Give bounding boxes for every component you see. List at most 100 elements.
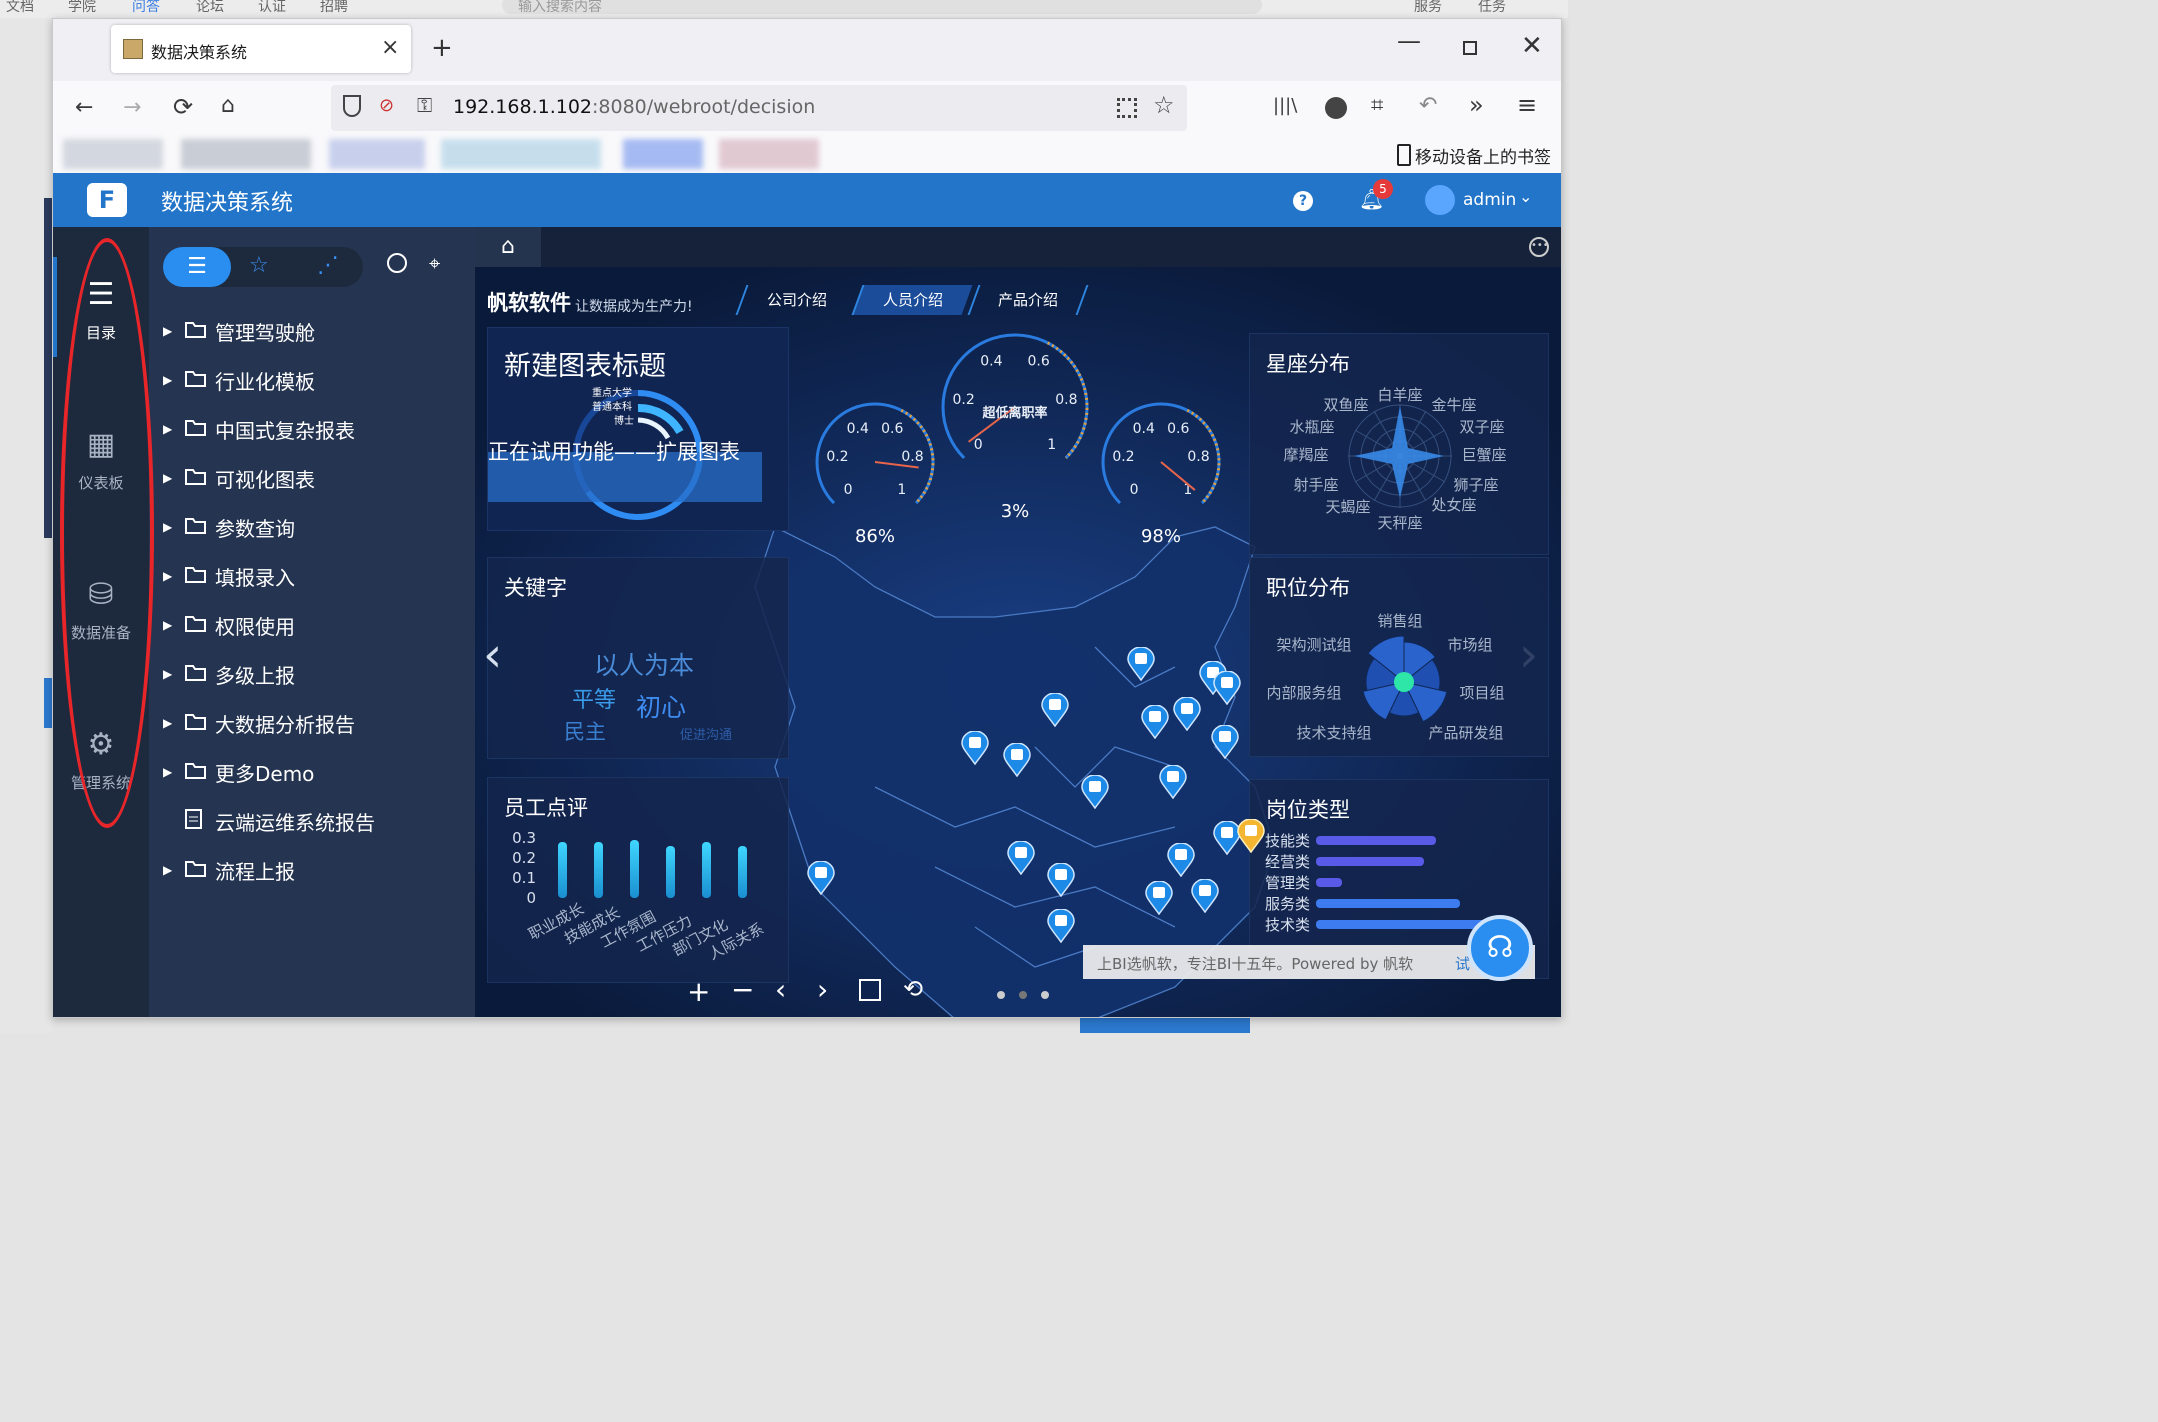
map-pin-icon[interactable] <box>1167 842 1195 878</box>
permissions-icon[interactable]: ⊘ <box>379 95 394 116</box>
rotate-icon[interactable]: ⟲ <box>903 975 923 1003</box>
close-tab-icon[interactable]: × <box>381 35 399 60</box>
map-pin-icon[interactable] <box>1211 724 1239 760</box>
map-pin-icon[interactable] <box>1191 878 1219 914</box>
constellation-label: 天蝎座 <box>1325 498 1370 516</box>
map-pin-icon[interactable] <box>1047 862 1075 898</box>
key-icon[interactable]: ⚿ <box>417 93 432 117</box>
page-dot[interactable] <box>1041 991 1049 999</box>
fit-screen-icon[interactable] <box>859 979 881 1001</box>
customer-service-icon[interactable]: ☊ <box>1467 915 1533 981</box>
tab-people[interactable]: 人员介绍 <box>851 285 973 315</box>
catalog-folder-item[interactable]: ▶ 行业化模板 <box>163 360 463 400</box>
catalog-item-label: 多级上报 <box>215 663 295 688</box>
home-icon[interactable]: ⌂ <box>221 93 235 118</box>
catalog-folder-item[interactable]: ▶ 大数据分析报告 <box>163 703 463 743</box>
catalog-folder-item[interactable]: ▶ 权限使用 <box>163 605 463 645</box>
map-pin-icon[interactable] <box>1145 880 1173 916</box>
catalog-item-label: 中国式复杂报表 <box>215 418 355 443</box>
user-menu[interactable]: admin ⌄ <box>1425 185 1535 215</box>
gauge-value: 3% <box>1001 501 1030 522</box>
page-dot[interactable] <box>997 991 1005 999</box>
catalog-item-label: 大数据分析报告 <box>215 712 355 737</box>
map-pin-icon[interactable] <box>1041 692 1069 728</box>
map-pin-icon[interactable] <box>1213 670 1241 706</box>
page-dot[interactable] <box>1019 991 1027 999</box>
catalog-folder-item[interactable]: ▶ 多级上报 <box>163 654 463 694</box>
catalog-file-item[interactable]: 云端运维系统报告 <box>163 801 463 841</box>
undo-icon[interactable]: ↶ <box>1419 93 1437 118</box>
carousel-prev-icon[interactable]: ‹ <box>483 627 502 683</box>
minimize-button[interactable]: — <box>1397 27 1421 55</box>
blurred-bookmark <box>181 139 311 169</box>
bookmark-star-icon[interactable]: ☆ <box>1153 91 1175 119</box>
reload-icon[interactable]: ⟳ <box>173 93 193 121</box>
map-pin-icon[interactable] <box>1141 704 1169 740</box>
catalog-folder-item[interactable]: ▶ 更多Demo <box>163 752 463 792</box>
menu-icon[interactable]: ≡ <box>1517 91 1537 119</box>
map-pin-icon[interactable] <box>1003 742 1031 778</box>
browser-tab[interactable]: 数据决策系统 × <box>111 25 411 73</box>
map-pin-icon[interactable] <box>1081 774 1109 810</box>
tab-product[interactable]: 产品介绍 <box>967 285 1089 315</box>
bg-link: 文档 <box>6 0 34 15</box>
tab-company[interactable]: 公司介绍 <box>735 285 857 315</box>
ring-label: 重点大学 <box>592 388 632 399</box>
map-pin-highlight-icon[interactable] <box>1237 818 1265 854</box>
review-bar <box>702 842 711 898</box>
more-tools-icon[interactable]: » <box>1469 91 1484 119</box>
crop-icon[interactable]: ⌗ <box>1371 93 1383 118</box>
keyword: 促进沟通 <box>680 728 733 743</box>
favorites-button[interactable]: ☆ <box>249 253 269 278</box>
gauge-tick-label: 0.4 <box>1133 421 1155 437</box>
close-window-button[interactable]: ✕ <box>1521 31 1543 61</box>
url-bar[interactable]: ⊘ ⚿ 192.168.1.102:8080/webroot/decision … <box>331 85 1187 131</box>
zoom-out-icon[interactable]: − <box>731 973 754 1006</box>
forward-icon[interactable]: → <box>123 95 141 120</box>
gauge-tick-label: 0.8 <box>1055 392 1077 408</box>
catalog-folder-item[interactable]: ▶ 中国式复杂报表 <box>163 409 463 449</box>
new-tab-button[interactable]: + <box>431 33 453 63</box>
share-button[interactable]: ⋰ <box>317 253 339 278</box>
app-header: F 数据决策系统 ? 🔔︎ 5 admin ⌄ <box>53 173 1561 227</box>
page-prev-icon[interactable]: ‹ <box>775 973 786 1006</box>
map-pin-icon[interactable] <box>1127 646 1155 682</box>
back-icon[interactable]: ← <box>75 95 93 120</box>
zoom-in-icon[interactable]: + <box>687 975 710 1008</box>
catalog-folder-item[interactable]: ▶ 填报录入 <box>163 556 463 596</box>
page-next-icon[interactable]: › <box>817 973 828 1006</box>
pin-icon[interactable]: ⌖ <box>429 251 440 275</box>
url-text[interactable]: 192.168.1.102:8080/webroot/decision <box>453 96 815 118</box>
catalog-folder-item[interactable]: ▶ 可视化图表 <box>163 458 463 498</box>
gauge-value: 86% <box>855 526 895 547</box>
map-pin-icon[interactable] <box>1173 696 1201 732</box>
position-label: 技术支持组 <box>1296 724 1371 742</box>
catalog-item-label: 管理驾驶舱 <box>215 320 315 345</box>
qr-code-icon[interactable] <box>1117 98 1137 118</box>
map-pin-icon[interactable] <box>807 860 835 896</box>
search-icon[interactable] <box>387 253 407 273</box>
map-pin-icon[interactable] <box>1047 908 1075 944</box>
maximize-button[interactable] <box>1463 41 1477 55</box>
help-icon[interactable]: ? <box>1293 191 1313 211</box>
y-tick-label: 0 <box>526 889 536 907</box>
shield-icon[interactable] <box>343 95 361 117</box>
catalog-folder-item[interactable]: ▶ 流程上报 <box>163 850 463 890</box>
new-chart-title: 新建图表标题 <box>504 351 666 382</box>
catalog-folder-item[interactable]: ▶ 管理驾驶舱 <box>163 311 463 351</box>
dashboard-tabs: 公司介绍 人员介绍 产品介绍 <box>735 285 1101 315</box>
gauge-tick-label: 0.8 <box>901 449 923 465</box>
list-view-button[interactable]: ☰ <box>163 247 231 287</box>
map-pin-icon[interactable] <box>1159 764 1187 800</box>
trial-notice: 正在试用功能——扩展图表 <box>488 440 740 464</box>
library-icon[interactable]: |||\ <box>1273 95 1297 116</box>
app-title: 数据决策系统 <box>161 191 294 216</box>
expand-arrow-icon: ▶ <box>163 863 173 877</box>
map-pin-icon[interactable] <box>1007 840 1035 876</box>
constellation-label: 狮子座 <box>1453 476 1498 494</box>
account-icon[interactable] <box>1325 97 1347 119</box>
constellation-label: 水瓶座 <box>1289 418 1334 436</box>
map-pin-icon[interactable] <box>961 730 989 766</box>
catalog-folder-item[interactable]: ▶ 参数查询 <box>163 507 463 547</box>
mobile-bookmarks[interactable]: 移动设备上的书签 <box>1415 143 1551 168</box>
